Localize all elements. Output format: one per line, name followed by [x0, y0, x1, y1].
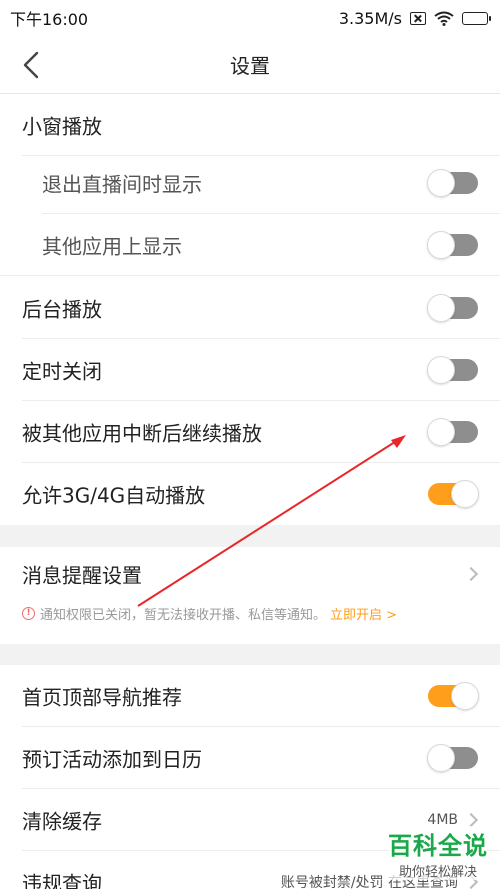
nav-bar: 设置 — [0, 36, 500, 94]
watermark-title: 百科全说 — [388, 826, 488, 861]
toggle-knob — [427, 418, 455, 446]
enable-notifications-link[interactable]: 立即开启 > — [330, 604, 397, 623]
add-to-calendar-toggle[interactable] — [427, 744, 478, 772]
add-to-calendar-label: 预订活动添加到日历 — [22, 747, 202, 772]
status-time: 下午16:00 — [10, 10, 89, 29]
watermark-logo: 百科全说 助你轻松解决 — [388, 826, 488, 880]
other-apps-toggle[interactable] — [427, 231, 478, 259]
toggle-knob — [451, 682, 479, 710]
allow-mobile-autoplay-row[interactable]: 允许3G/4G自动播放 — [0, 463, 500, 525]
watermark-subtitle: 助你轻松解决 — [388, 861, 488, 880]
notice-text: 通知权限已关闭，暂无法接收开播、私信等通知。 — [40, 607, 327, 623]
toggle-knob — [427, 744, 455, 772]
resume-after-interrupt-label: 被其他应用中断后继续播放 — [22, 421, 262, 446]
toggle-knob — [427, 294, 455, 322]
home-nav-recommend-label: 首页顶部导航推荐 — [22, 685, 182, 710]
message-settings-label: 消息提醒设置 — [22, 563, 142, 588]
exit-live-row[interactable]: 退出直播间时显示 — [0, 152, 500, 214]
status-indicators: 3.35M/s — [338, 8, 491, 28]
notification-permission-notice: ! 通知权限已关闭，暂无法接收开播、私信等通知。 立即开启 > — [22, 603, 397, 623]
background-play-label: 后台播放 — [22, 297, 102, 322]
resume-after-interrupt-toggle[interactable] — [427, 418, 478, 446]
resume-after-interrupt-row[interactable]: 被其他应用中断后继续播放 — [0, 401, 500, 463]
section-gap — [0, 525, 500, 547]
add-to-calendar-row[interactable]: 预订活动添加到日历 — [0, 727, 500, 789]
mini-window-header-row: 小窗播放 — [0, 94, 500, 156]
allow-mobile-autoplay-toggle[interactable] — [428, 480, 479, 508]
timer-close-label: 定时关闭 — [22, 359, 102, 384]
sim-icon — [410, 11, 426, 25]
timer-close-row[interactable]: 定时关闭 — [0, 339, 500, 401]
toggle-knob — [451, 480, 479, 508]
section-gap — [0, 644, 500, 665]
toggle-knob — [427, 231, 455, 259]
other-apps-row[interactable]: 其他应用上显示 — [0, 214, 500, 276]
other-apps-label: 其他应用上显示 — [42, 234, 182, 259]
chevron-left-icon — [23, 51, 39, 79]
message-settings-row[interactable]: 消息提醒设置 — [0, 547, 500, 601]
toggle-knob — [427, 169, 455, 197]
mini-window-header: 小窗播放 — [22, 114, 102, 139]
page-title: 设置 — [230, 54, 270, 78]
network-speed: 3.35M/s — [338, 8, 402, 28]
back-button[interactable] — [14, 48, 48, 82]
chevron-right-icon — [463, 812, 479, 828]
home-nav-recommend-toggle[interactable] — [428, 682, 479, 710]
allow-mobile-autoplay-label: 允许3G/4G自动播放 — [22, 483, 206, 508]
home-nav-recommend-row[interactable]: 首页顶部导航推荐 — [0, 665, 500, 727]
timer-close-toggle[interactable] — [427, 356, 478, 384]
wifi-icon — [434, 11, 454, 26]
clear-cache-label: 清除缓存 — [22, 809, 102, 834]
battery-icon — [462, 11, 491, 25]
violation-query-label: 违规查询 — [22, 871, 102, 889]
status-bar: 下午16:00 3.35M/s — [0, 0, 500, 36]
background-play-row[interactable]: 后台播放 — [0, 277, 500, 339]
toggle-knob — [427, 356, 455, 384]
alert-icon: ! — [22, 606, 35, 620]
exit-live-toggle[interactable] — [427, 169, 478, 197]
divider — [0, 275, 500, 276]
exit-live-label: 退出直播间时显示 — [42, 172, 202, 197]
chevron-right-icon — [463, 566, 479, 582]
background-play-toggle[interactable] — [427, 294, 478, 322]
